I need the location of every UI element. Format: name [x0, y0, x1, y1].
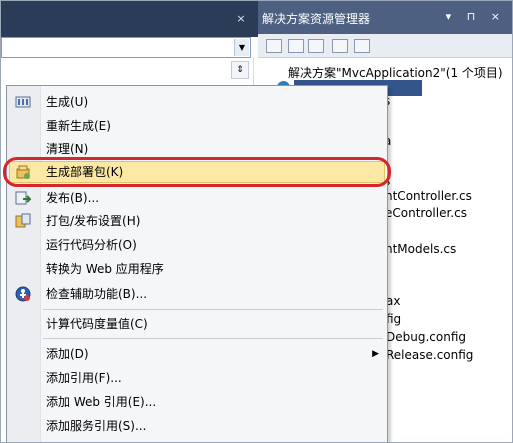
menu-separator — [43, 309, 383, 310]
menu-item-calculate-code-metrics[interactable]: 计算代码度量值(C) — [7, 314, 387, 334]
publish-icon — [15, 191, 31, 205]
menu-item-rebuild[interactable]: 重新生成(E) — [7, 116, 387, 136]
tree-item-account-controller[interactable]: ntController.cs — [385, 189, 472, 203]
solution-explorer-toolbar — [258, 34, 512, 58]
tree-item-web-debug-config[interactable]: Debug.config — [386, 330, 466, 344]
menu-item-label: 打包/发布设置(H) — [46, 214, 141, 228]
show-all-files-icon[interactable] — [288, 39, 304, 53]
menu-item-package-publish-settings[interactable]: 打包/发布设置(H) — [7, 211, 387, 231]
menu-item-label: 转换为 Web 应用程序 — [46, 262, 164, 276]
context-menu: 生成(U) 重新生成(E) 清理(N) 生成部署包(K) 发布(B)... 打包… — [3, 85, 391, 442]
properties-icon[interactable] — [266, 39, 282, 53]
menu-item-label: 添加(D) — [46, 347, 89, 361]
menu-item-add-web-reference[interactable]: 添加 Web 引用(E)... — [7, 392, 387, 412]
navigation-combo[interactable]: ▼ — [1, 37, 251, 58]
menu-item-label: 计算代码度量值(C) — [46, 317, 148, 331]
annotation-highlight-ring — [3, 157, 391, 187]
build-icon — [15, 96, 31, 108]
chevron-down-icon[interactable]: ▼ — [234, 39, 249, 56]
view-class-diagram-icon[interactable] — [332, 39, 348, 53]
menu-item-label: 添加引用(F)... — [46, 371, 122, 385]
solution-explorer-title-bar: 解决方案资源管理器 ▾ ⊓ × — [258, 1, 512, 37]
menu-item-add[interactable]: 添加(D) ▶ — [7, 344, 387, 364]
tree-item-home-controller[interactable]: eController.cs — [385, 206, 467, 220]
tree-item-web-release-config[interactable]: Release.config — [386, 348, 473, 362]
menu-item-run-code-analysis[interactable]: 运行代码分析(O) — [7, 235, 387, 255]
menu-item-convert-to-web-app[interactable]: 转换为 Web 应用程序 — [7, 259, 387, 279]
menu-item-add-reference[interactable]: 添加引用(F)... — [7, 368, 387, 388]
menu-item-label: 清理(N) — [46, 142, 89, 156]
window-control-icons[interactable]: ▾ ⊓ × — [446, 10, 506, 23]
menu-item-clean[interactable]: 清理(N) — [7, 139, 387, 159]
submenu-arrow-icon: ▶ — [372, 349, 379, 359]
solution-explorer-title: 解决方案资源管理器 — [262, 12, 371, 26]
menu-item-label: 检查辅助功能(B)... — [46, 287, 148, 301]
menu-item-label: 重新生成(E) — [46, 119, 111, 133]
menu-item-label: 运行代码分析(O) — [46, 238, 137, 252]
tree-item-solution[interactable]: 解决方案"MvcApplication2"(1 个项目) — [288, 64, 503, 81]
screenshot-frame: × ▼ ⇕ 解决方案资源管理器 ▾ ⊓ × 解决方案"MvcApplicatio… — [0, 0, 513, 443]
menu-item-add-service-reference[interactable]: 添加服务引用(S)... — [7, 416, 387, 436]
menu-item-label: 生成(U) — [46, 95, 89, 109]
tree-item-global-asax[interactable]: ax — [386, 294, 400, 308]
menu-item-publish[interactable]: 发布(B)... — [7, 188, 387, 208]
settings-icon — [15, 213, 31, 228]
editor-close-icon[interactable]: × — [231, 11, 251, 27]
refresh-icon[interactable] — [308, 39, 324, 53]
web-config-icon[interactable] — [354, 39, 370, 53]
editor-tab-strip — [1, 1, 258, 37]
tree-item-web-config[interactable]: fig — [386, 312, 401, 326]
menu-separator — [43, 338, 383, 339]
accessibility-icon — [15, 286, 31, 302]
menu-item-label: 添加 Web 引用(E)... — [46, 395, 157, 409]
menu-item-label: 发布(B)... — [46, 191, 100, 205]
menu-item-check-accessibility[interactable]: 检查辅助功能(B)... — [7, 284, 387, 304]
menu-item-label: 添加服务引用(S)... — [46, 419, 147, 433]
menu-item-build[interactable]: 生成(U) — [7, 92, 387, 112]
tree-item-account-models[interactable]: ntModels.cs — [385, 242, 456, 256]
split-scroll-icon[interactable]: ⇕ — [231, 61, 249, 79]
